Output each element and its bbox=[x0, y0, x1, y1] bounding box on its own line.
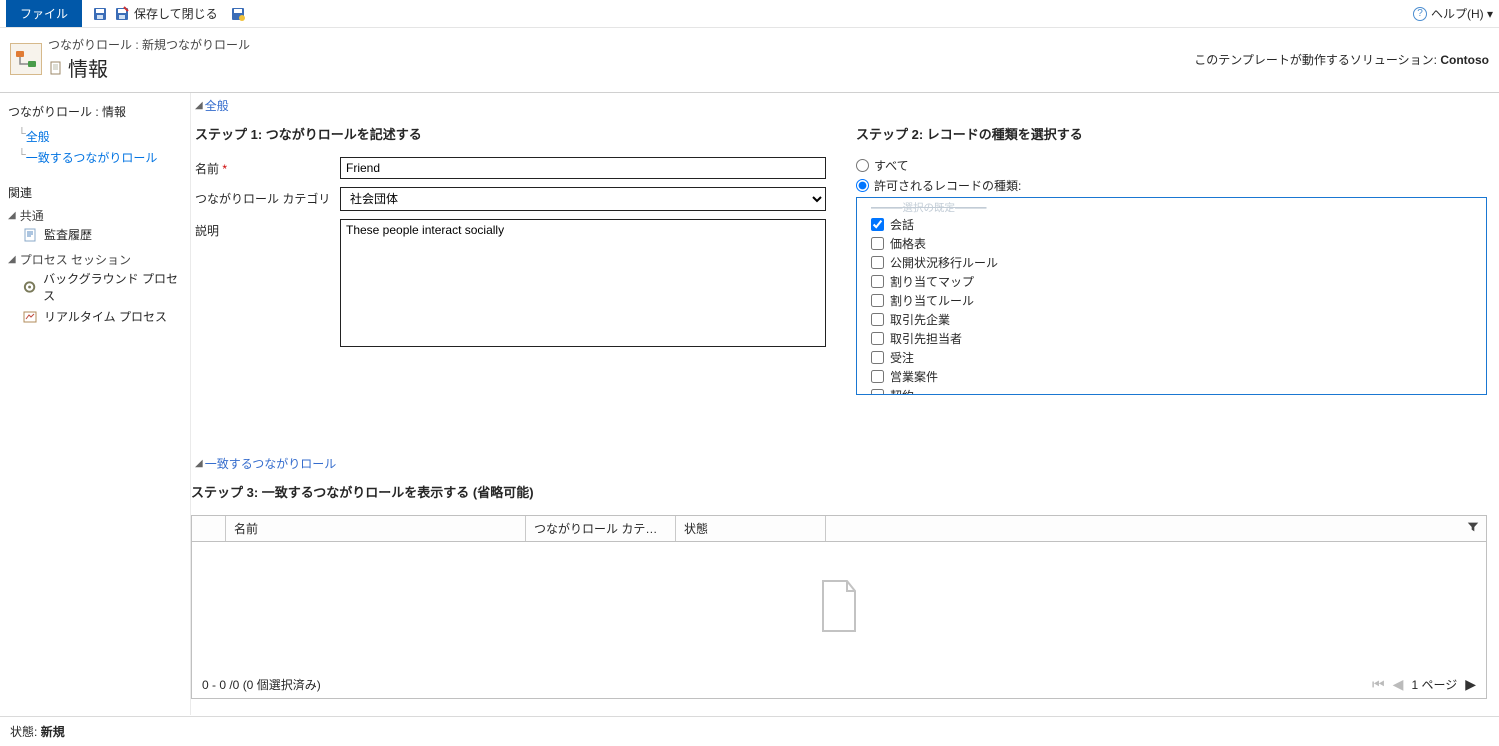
step1-heading: ステップ 1: つながりロールを記述する bbox=[195, 124, 826, 143]
category-select[interactable]: 社会団体 bbox=[340, 187, 826, 211]
caret-down-icon: ◢ bbox=[195, 458, 203, 469]
record-type-item[interactable]: 割り当てマップ bbox=[861, 272, 1482, 291]
status-bar: 状態: 新規 bbox=[0, 716, 1499, 746]
pager-next-icon[interactable]: ▶ bbox=[1465, 676, 1476, 693]
caret-down-icon: ◢ bbox=[8, 254, 16, 265]
record-types-listbox[interactable]: ―――選択の既定――― 会話価格表公開状況移行ルール割り当てマップ割り当てルール… bbox=[856, 197, 1487, 395]
nav-item-matching[interactable]: 一致するつながりロール bbox=[8, 147, 182, 168]
nav-item-bg-process[interactable]: バックグラウンド プロセス bbox=[8, 268, 182, 306]
step1-column: ステップ 1: つながりロールを記述する 名前 * つながりロール カテゴリ 社… bbox=[195, 118, 826, 395]
nav-item-audit[interactable]: 監査履歴 bbox=[8, 224, 182, 245]
grid-header-state[interactable]: 状態 bbox=[676, 516, 826, 541]
realtime-icon bbox=[22, 309, 38, 325]
document-icon bbox=[48, 60, 64, 76]
record-type-label: 割り当てルール bbox=[890, 292, 974, 309]
command-bar: ファイル 保存して閉じる ? ヘルプ(H) ▾ bbox=[0, 0, 1499, 28]
record-type-checkbox[interactable] bbox=[871, 332, 884, 345]
record-type-label: 会話 bbox=[890, 216, 914, 233]
record-type-item[interactable]: 会話 bbox=[861, 215, 1482, 234]
record-type-item[interactable]: 割り当てルール bbox=[861, 291, 1482, 310]
grid-record-count: 0 - 0 /0 (0 個選択済み) bbox=[202, 676, 321, 693]
record-type-checkbox[interactable] bbox=[871, 218, 884, 231]
breadcrumb: つながりロール : 新規つながりロール bbox=[48, 36, 250, 53]
nav-item-rt-process[interactable]: リアルタイム プロセス bbox=[8, 306, 182, 327]
radio-all[interactable]: すべて bbox=[856, 157, 1487, 174]
grid-header-row: 名前 つながりロール カテ… 状態 bbox=[192, 516, 1486, 542]
grid-footer: 0 - 0 /0 (0 個選択済み) ⏮ ◀ 1 ページ ▶ bbox=[192, 670, 1486, 698]
record-type-item[interactable]: 公開状況移行ルール bbox=[861, 253, 1482, 272]
record-type-checkbox[interactable] bbox=[871, 256, 884, 269]
nav-group-common[interactable]: ◢共通 bbox=[8, 207, 182, 224]
help-icon: ? bbox=[1413, 7, 1427, 21]
save-and-close-icon[interactable] bbox=[112, 4, 132, 24]
record-type-checkbox[interactable] bbox=[871, 389, 884, 395]
record-type-checkbox[interactable] bbox=[871, 370, 884, 383]
grid-header-name[interactable]: 名前 bbox=[226, 516, 526, 541]
nav-title: つながりロール : 情報 bbox=[8, 103, 182, 120]
record-type-item[interactable]: 取引先担当者 bbox=[861, 329, 1482, 348]
help-label: ヘルプ(H) ▾ bbox=[1431, 5, 1493, 22]
form-header: つながりロール : 新規つながりロール 情報 このテンプレートが動作するソリュー… bbox=[0, 28, 1499, 93]
record-type-item[interactable]: 取引先企業 bbox=[861, 310, 1482, 329]
category-label: つながりロール カテゴリ bbox=[195, 187, 340, 207]
record-type-item[interactable]: 受注 bbox=[861, 348, 1482, 367]
gear-icon bbox=[22, 279, 37, 295]
record-type-checkbox[interactable] bbox=[871, 275, 884, 288]
record-type-checkbox[interactable] bbox=[871, 294, 884, 307]
left-nav: つながりロール : 情報 全般 一致するつながりロール 関連 ◢共通 監査履歴 … bbox=[0, 93, 190, 715]
page-title: 情報 bbox=[68, 53, 108, 82]
filter-icon[interactable] bbox=[1466, 520, 1480, 537]
section-link-general[interactable]: ◢全般 bbox=[195, 97, 1487, 114]
section-link-matching[interactable]: ◢一致するつながりロール bbox=[195, 455, 1487, 472]
save-new-icon[interactable] bbox=[228, 4, 248, 24]
record-type-checkbox[interactable] bbox=[871, 351, 884, 364]
record-type-checkbox[interactable] bbox=[871, 313, 884, 326]
nav-item-general[interactable]: 全般 bbox=[8, 126, 182, 147]
nav-section-related: 関連 bbox=[8, 184, 182, 201]
pager-first-icon[interactable]: ⏮ bbox=[1372, 676, 1385, 693]
record-type-label: 公開状況移行ルール bbox=[890, 254, 998, 271]
record-type-label: 取引先企業 bbox=[890, 311, 950, 328]
step2-heading: ステップ 2: レコードの種類を選択する bbox=[856, 124, 1487, 143]
step3-heading: ステップ 3: 一致するつながりロールを表示する (省略可能) bbox=[191, 482, 1487, 501]
status-label: 状態: 新規 bbox=[10, 723, 65, 740]
solution-label: このテンプレートが動作するソリューション: Contoso bbox=[1194, 51, 1489, 68]
pager-page-label: 1 ページ bbox=[1411, 676, 1457, 693]
record-type-item[interactable]: 契約 bbox=[861, 386, 1482, 395]
file-menu-button[interactable]: ファイル bbox=[6, 0, 82, 27]
record-type-checkbox[interactable] bbox=[871, 237, 884, 250]
grid-header-checkbox[interactable] bbox=[192, 516, 226, 541]
description-textarea[interactable]: These people interact socially bbox=[340, 219, 826, 347]
record-type-label: 契約 bbox=[890, 387, 914, 395]
record-type-label: 価格表 bbox=[890, 235, 926, 252]
radio-allowed[interactable]: 許可されるレコードの種類: bbox=[856, 177, 1487, 194]
help-button[interactable]: ? ヘルプ(H) ▾ bbox=[1413, 5, 1493, 22]
record-type-label: 受注 bbox=[890, 349, 914, 366]
grid-pager: ⏮ ◀ 1 ページ ▶ bbox=[1372, 676, 1476, 693]
caret-down-icon: ◢ bbox=[8, 210, 16, 221]
list-item-truncated: ―――選択の既定――― bbox=[861, 200, 1482, 215]
record-type-label: 割り当てマップ bbox=[890, 273, 974, 290]
matching-roles-grid: 名前 つながりロール カテ… 状態 0 - 0 /0 (0 個選択済み) bbox=[191, 515, 1487, 699]
audit-icon bbox=[22, 227, 38, 243]
caret-down-icon: ◢ bbox=[195, 100, 203, 111]
entity-icon bbox=[10, 43, 42, 75]
record-type-item[interactable]: 営業案件 bbox=[861, 367, 1482, 386]
save-and-close-button[interactable]: 保存して閉じる bbox=[134, 5, 218, 22]
grid-body-empty bbox=[192, 542, 1486, 670]
empty-document-icon bbox=[817, 579, 861, 633]
form-content: ◢全般 ステップ 1: つながりロールを記述する 名前 * つながりロール カテ… bbox=[190, 93, 1499, 715]
save-icon[interactable] bbox=[90, 4, 110, 24]
pager-prev-icon[interactable]: ◀ bbox=[1393, 676, 1404, 693]
record-type-item[interactable]: 価格表 bbox=[861, 234, 1482, 253]
record-type-label: 営業案件 bbox=[890, 368, 938, 385]
description-label: 説明 bbox=[195, 219, 340, 239]
name-input[interactable] bbox=[340, 157, 826, 179]
name-label: 名前 * bbox=[195, 157, 340, 177]
grid-header-category[interactable]: つながりロール カテ… bbox=[526, 516, 676, 541]
step2-column: ステップ 2: レコードの種類を選択する すべて 許可されるレコードの種類: ―… bbox=[856, 118, 1487, 395]
nav-group-process[interactable]: ◢プロセス セッション bbox=[8, 251, 182, 268]
record-type-label: 取引先担当者 bbox=[890, 330, 962, 347]
